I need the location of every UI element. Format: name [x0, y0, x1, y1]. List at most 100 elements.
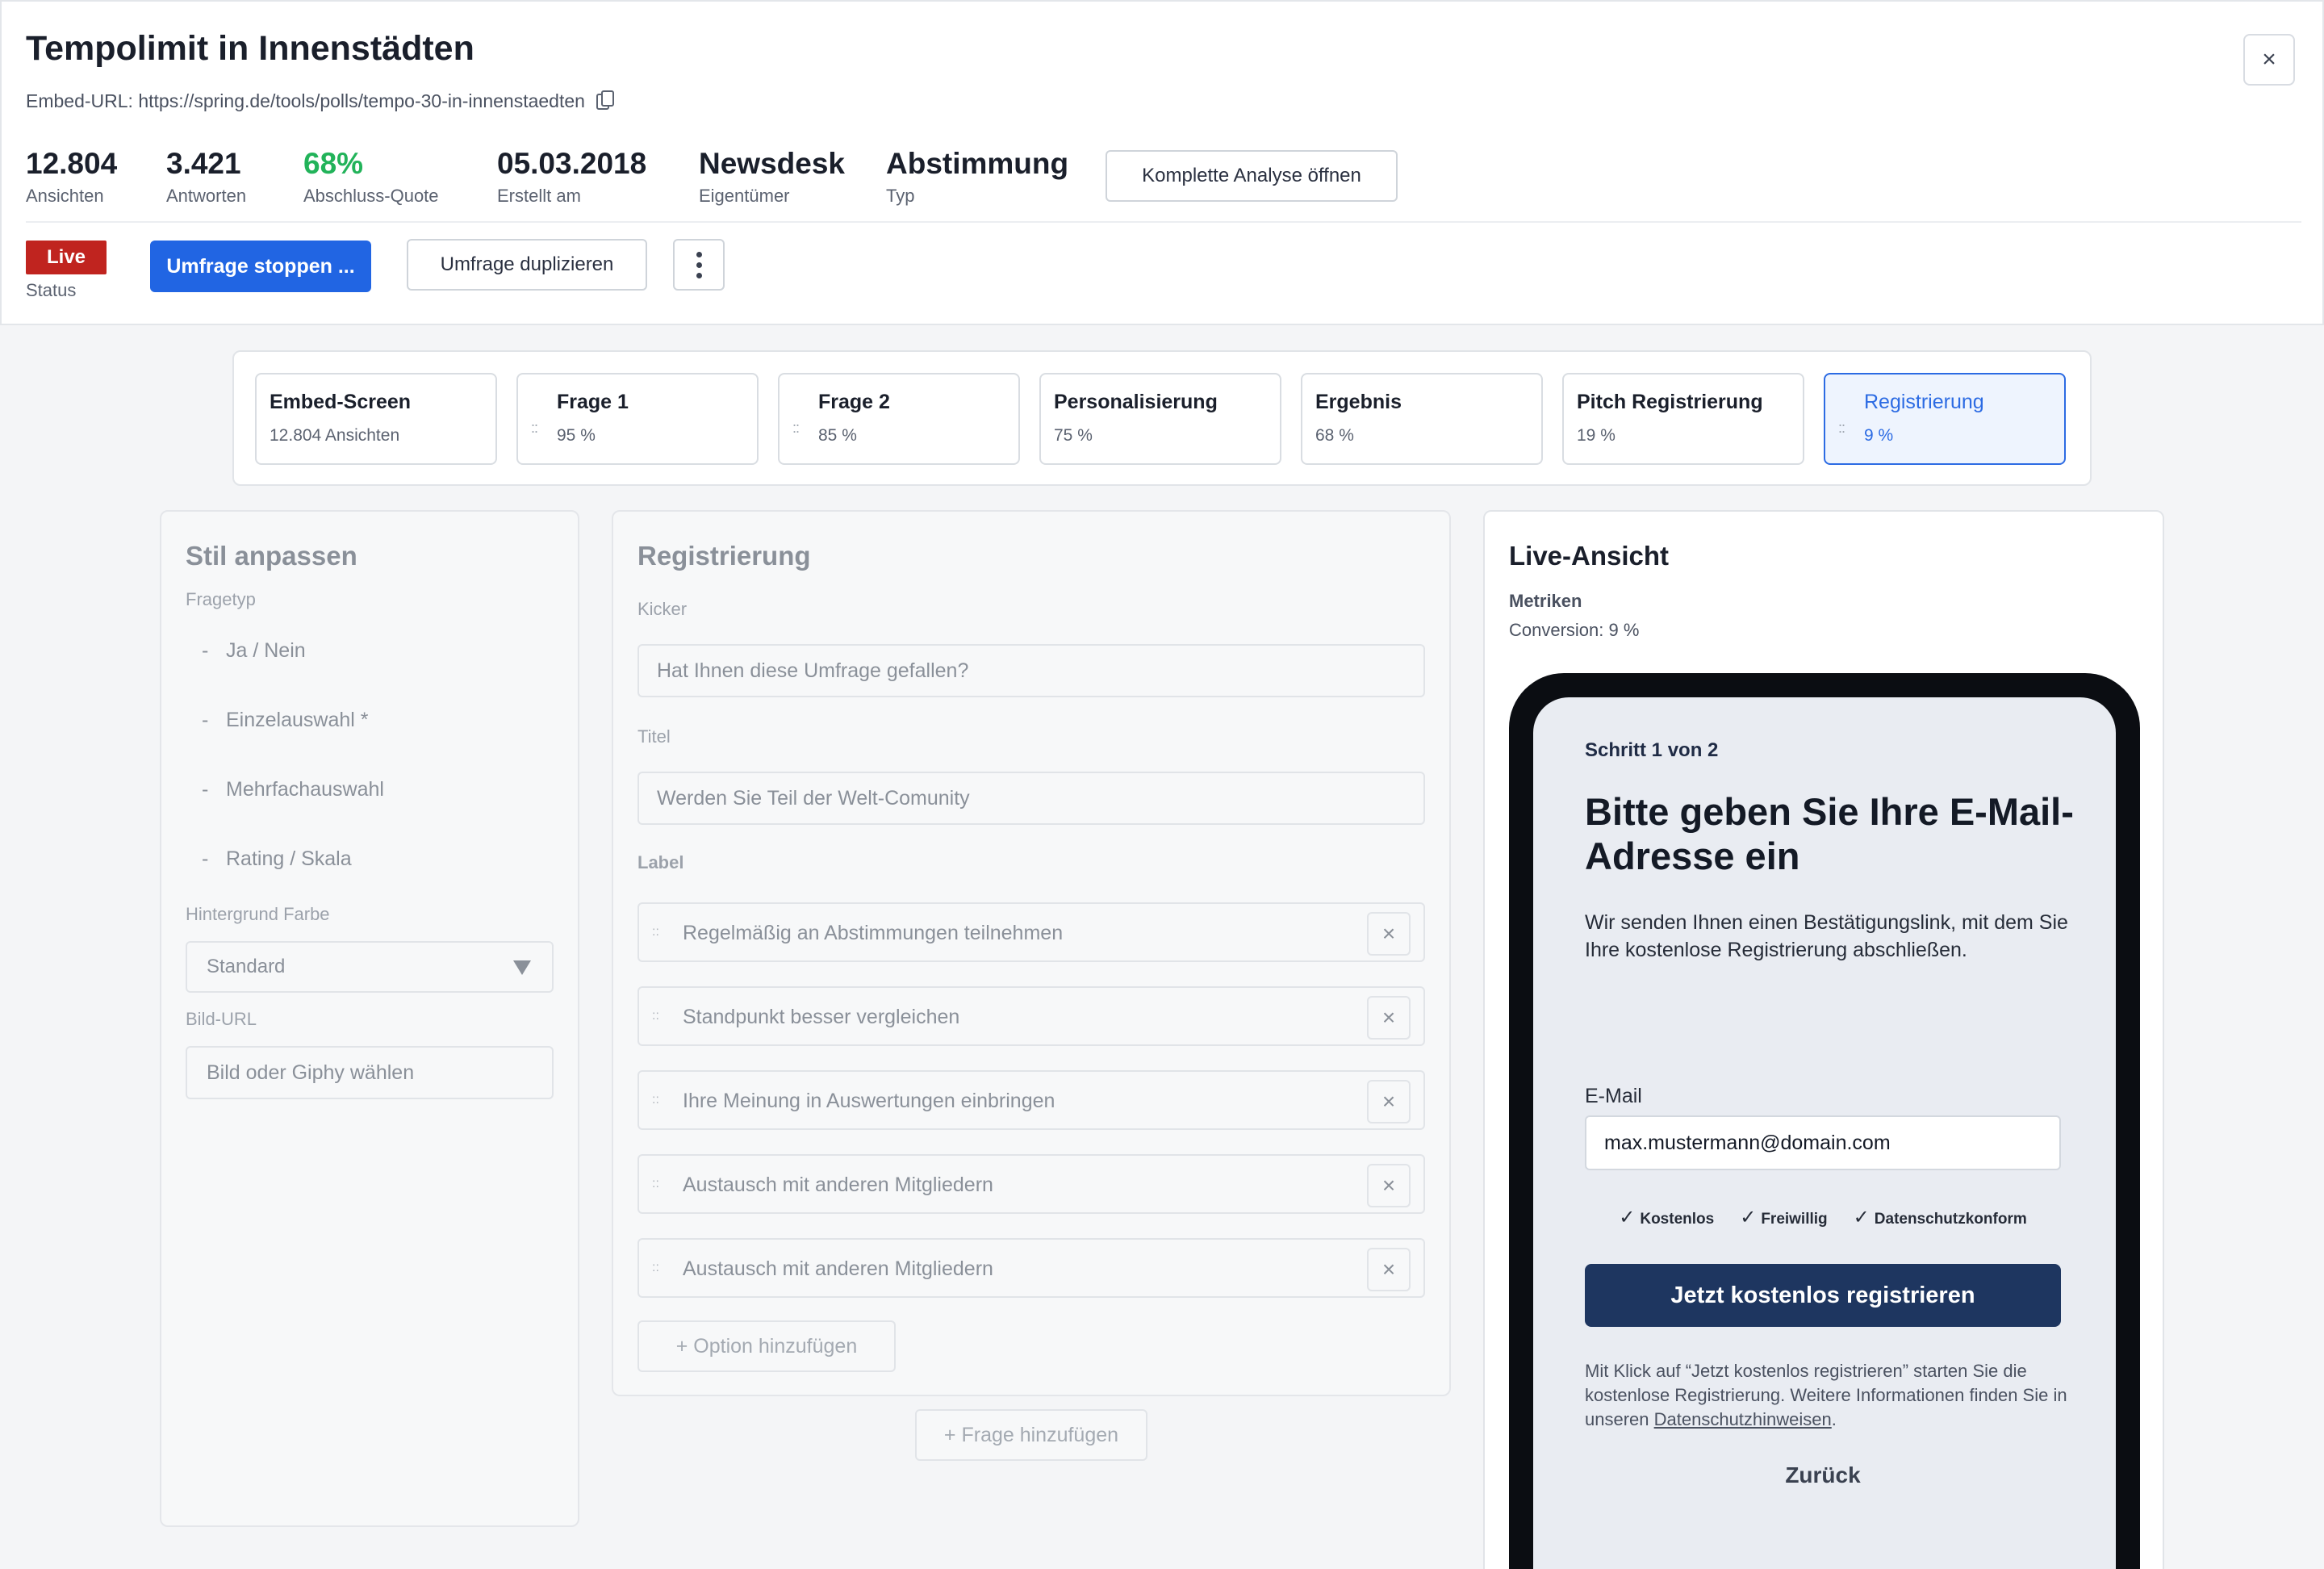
live-view-title: Live-Ansicht	[1509, 541, 1670, 571]
question-type-option[interactable]: - Ja / Nein	[202, 639, 306, 663]
stat-type: Abstimmung Typ	[886, 147, 1068, 207]
step-title: Frage 2	[818, 391, 890, 413]
stat-completion-rate: 68% Abschluss-Quote	[303, 147, 439, 207]
remove-option-button[interactable]: ×	[1367, 1164, 1411, 1207]
kicker-label: Kicker	[637, 599, 688, 619]
label-option-text: Standpunkt besser vergleichen	[683, 1006, 960, 1028]
email-field[interactable]: max.mustermann@domain.com	[1585, 1115, 2061, 1170]
kicker-input[interactable]: Hat Ihnen diese Umfrage gefallen?	[637, 644, 1425, 697]
status-label: Status	[26, 280, 77, 300]
question-type-option[interactable]: - Mehrfachauswahl	[202, 778, 384, 801]
step-tab-embed-screen[interactable]: Embed-Screen 12.804 Ansichten	[255, 373, 497, 465]
stat-value: 3.421	[166, 147, 241, 180]
stat-views: 12.804 Ansichten	[26, 147, 117, 207]
drag-handle-icon[interactable]: ::	[652, 1261, 659, 1275]
background-color-label: Hintergrund Farbe	[186, 904, 330, 924]
step-indicator: Schritt 1 von 2	[1585, 739, 1719, 761]
label-option-row[interactable]: :: Regelmäßig an Abstimmungen teilnehmen…	[637, 902, 1425, 962]
stop-poll-button[interactable]: Umfrage stoppen ...	[150, 241, 371, 292]
registration-panel: Registrierung Kicker Hat Ihnen diese Umf…	[612, 510, 1451, 1396]
registration-headline: Bitte geben Sie Ihre E-Mail-Adresse ein	[1585, 790, 2074, 877]
label-option-text: Austausch mit anderen Mitgliedern	[683, 1174, 993, 1196]
step-title: Registrierung	[1864, 391, 1984, 413]
label-option-text: Austausch mit anderen Mitgliedern	[683, 1257, 993, 1280]
close-icon: ×	[2262, 46, 2276, 73]
remove-option-button[interactable]: ×	[1367, 1080, 1411, 1123]
checkmark-icon: ✓	[1619, 1207, 1636, 1228]
stat-value: 12.804	[26, 147, 118, 180]
step-subtitle: 85 %	[818, 426, 857, 445]
image-url-input[interactable]: Bild oder Giphy wählen	[186, 1046, 554, 1099]
drag-handle-icon[interactable]: ::	[652, 1177, 659, 1191]
background-color-select[interactable]: Standard	[186, 941, 554, 993]
embed-url-text: Embed-URL: https://spring.de/tools/polls…	[26, 90, 585, 111]
step-subtitle: 12.804 Ansichten	[270, 426, 400, 445]
legal-notice: Mit Klick auf “Jetzt kostenlos registrie…	[1585, 1361, 2067, 1429]
step-subtitle: 19 %	[1577, 426, 1616, 445]
step-subtitle: 75 %	[1054, 426, 1093, 445]
stat-label: Ansichten	[26, 186, 104, 206]
duplicate-poll-button[interactable]: Umfrage duplizieren	[407, 239, 647, 291]
step-tab-ergebnis[interactable]: Ergebnis 68 %	[1301, 373, 1543, 465]
title-label: Titel	[637, 726, 671, 747]
label-option-row[interactable]: :: Austausch mit anderen Mitgliedern ×	[637, 1154, 1425, 1214]
label-option-row[interactable]: :: Ihre Meinung in Auswertungen einbring…	[637, 1070, 1425, 1130]
step-tabs: Embed-Screen 12.804 Ansichten :: Frage 1…	[232, 350, 2092, 486]
metrics-label: Metriken	[1509, 591, 1582, 611]
drag-handle-icon[interactable]: ::	[652, 1093, 659, 1107]
phone-preview-frame: Schritt 1 von 2 Bitte geben Sie Ihre E-M…	[1509, 673, 2140, 1569]
drag-handle-icon[interactable]: ::	[652, 1009, 659, 1023]
stat-answers: 3.421 Antworten	[166, 147, 246, 207]
drag-handle-icon[interactable]: ::	[531, 420, 538, 437]
step-title: Frage 1	[557, 391, 629, 413]
header-divider	[26, 221, 2301, 223]
step-title: Pitch Registrierung	[1577, 391, 1763, 413]
step-tab-registrierung[interactable]: :: Registrierung 9 %	[1824, 373, 2066, 465]
checkmark-icon: ✓	[1853, 1207, 1870, 1228]
embed-url-row: Embed-URL: https://spring.de/tools/polls…	[26, 90, 614, 112]
register-button[interactable]: Jetzt kostenlos registrieren	[1585, 1264, 2061, 1327]
stat-label: Antworten	[166, 186, 247, 206]
stat-value: Newsdesk	[699, 147, 845, 180]
image-url-label: Bild-URL	[186, 1009, 257, 1029]
page-title: Tempolimit in Innenstädten	[26, 29, 474, 68]
step-title: Personalisierung	[1054, 391, 1218, 413]
drag-handle-icon[interactable]: ::	[1838, 420, 1845, 437]
poll-header: Tempolimit in Innenstädten Embed-URL: ht…	[0, 0, 2324, 325]
add-option-button[interactable]: + Option hinzufügen	[637, 1320, 896, 1372]
drag-handle-icon[interactable]: ::	[652, 925, 659, 939]
title-input[interactable]: Werden Sie Teil der Welt-Comunity	[637, 772, 1425, 825]
status-badge: Live	[26, 241, 107, 274]
stat-label: Eigentümer	[699, 186, 790, 206]
remove-option-button[interactable]: ×	[1367, 1248, 1411, 1291]
benefit-item: ✓ Kostenlos	[1619, 1207, 1715, 1228]
conversion-value: Conversion: 9 %	[1509, 620, 1640, 640]
step-tab-frage-1[interactable]: :: Frage 1 95 %	[516, 373, 759, 465]
label-option-row[interactable]: :: Austausch mit anderen Mitgliedern ×	[637, 1238, 1425, 1298]
step-subtitle: 68 %	[1315, 426, 1354, 445]
step-tab-pitch-registrierung[interactable]: Pitch Registrierung 19 %	[1562, 373, 1804, 465]
add-question-button[interactable]: + Frage hinzufügen	[915, 1409, 1147, 1461]
benefit-checks: ✓ Kostenlos ✓ Freiwillig ✓ Datenschutzkonfo…	[1585, 1206, 2061, 1229]
stat-value: 05.03.2018	[497, 147, 647, 180]
checkmark-icon: ✓	[1740, 1207, 1757, 1228]
back-button[interactable]: Zurück	[1585, 1462, 2061, 1488]
step-tab-personalisierung[interactable]: Personalisierung 75 %	[1039, 373, 1281, 465]
question-type-option[interactable]: - Einzelauswahl *	[202, 709, 369, 732]
close-button[interactable]: ×	[2243, 34, 2295, 86]
copy-icon[interactable]	[596, 90, 614, 110]
question-type-option[interactable]: - Rating / Skala	[202, 847, 352, 871]
stat-value: Abstimmung	[886, 147, 1069, 180]
dropdown-triangle-icon	[513, 960, 531, 975]
question-type-label: Fragetyp	[186, 589, 256, 609]
privacy-link[interactable]: Datenschutzhinweisen	[1654, 1409, 1832, 1429]
open-analysis-button[interactable]: Komplette Analyse öffnen	[1106, 150, 1398, 202]
drag-handle-icon[interactable]: ::	[792, 420, 800, 437]
live-view-panel: Live-Ansicht Metriken Conversion: 9 % Sc…	[1483, 510, 2164, 1569]
remove-option-button[interactable]: ×	[1367, 912, 1411, 956]
step-tab-frage-2[interactable]: :: Frage 2 85 %	[778, 373, 1020, 465]
stat-value: 68%	[303, 147, 364, 180]
label-option-row[interactable]: :: Standpunkt besser vergleichen ×	[637, 986, 1425, 1046]
more-options-button[interactable]	[673, 239, 725, 291]
remove-option-button[interactable]: ×	[1367, 996, 1411, 1040]
